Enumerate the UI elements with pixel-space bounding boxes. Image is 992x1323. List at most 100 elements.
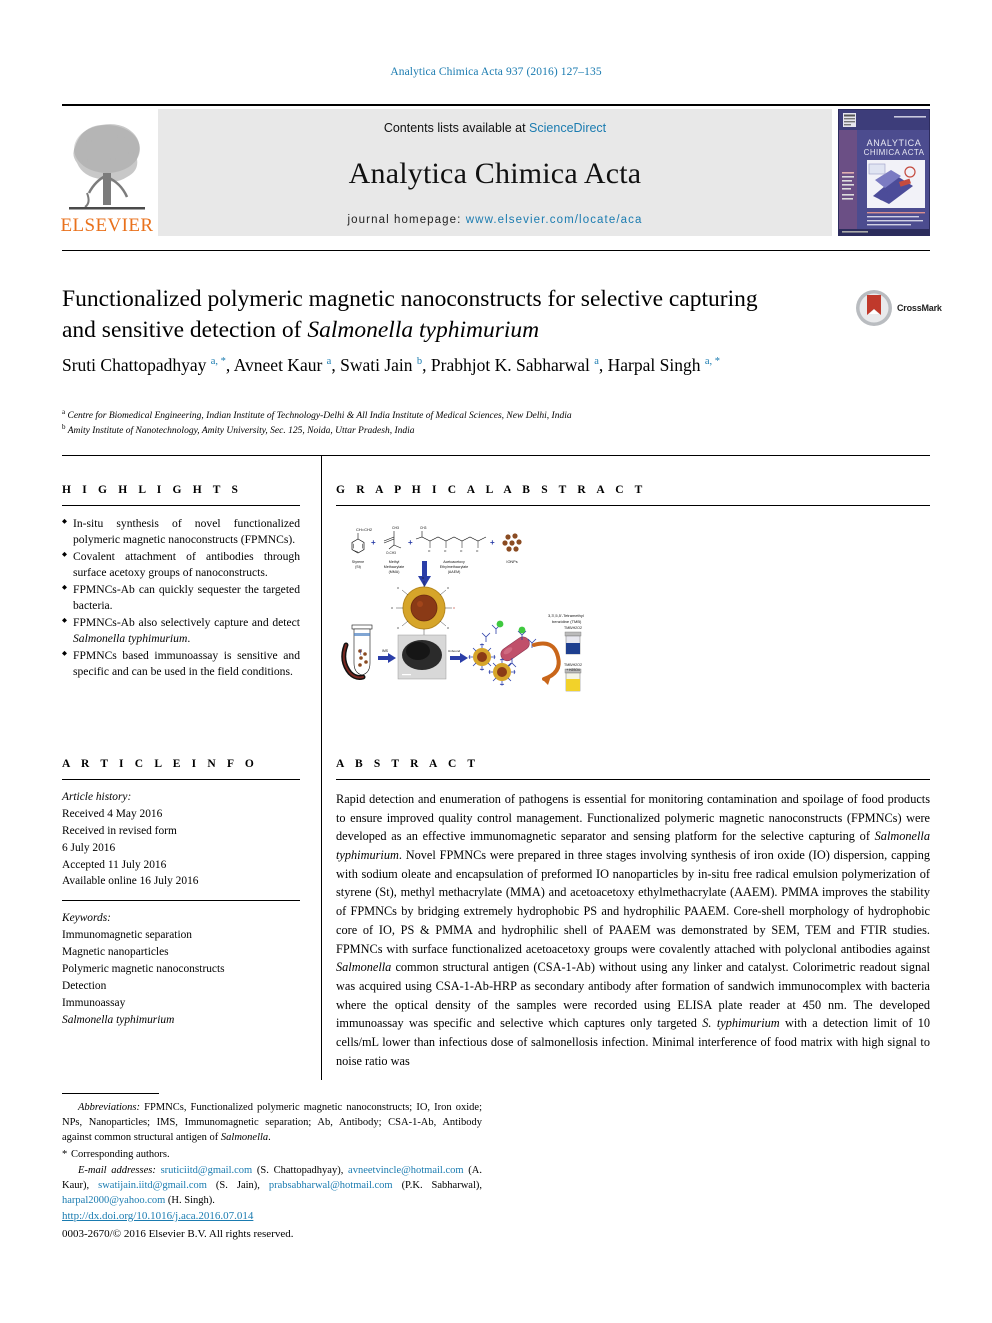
svg-text:Unbound: Unbound <box>448 649 461 653</box>
journal-cover-thumbnail[interactable]: ANALYTICA CHIMICA ACTA <box>838 109 930 236</box>
sciencedirect-link[interactable]: ScienceDirect <box>529 121 606 135</box>
svg-text:3,3',5,5'-Tetramethyl: 3,3',5,5'-Tetramethyl <box>548 613 584 618</box>
svg-text:O: O <box>391 606 393 610</box>
svg-text:O: O <box>453 606 455 610</box>
svg-text:O: O <box>397 626 399 630</box>
cover-artwork: ANALYTICA CHIMICA ACTA <box>839 110 929 235</box>
journal-band: Contents lists available at ScienceDirec… <box>158 109 832 236</box>
svg-text:CH3: CH3 <box>392 526 399 530</box>
history-revised: Received in revised form <box>62 824 177 837</box>
affiliation-list: a Centre for Biomedical Engineering, Ind… <box>62 407 862 440</box>
footnotes-section: Abbreviations: FPMNCs, Functionalized po… <box>62 1093 482 1210</box>
email-link[interactable]: sruticiitd@gmail.com <box>161 1165 253 1176</box>
history-received: Received 4 May 2016 <box>62 807 163 820</box>
email-addresses-note: E-mail addresses: sruticiitd@gmail.com (… <box>62 1164 482 1207</box>
svg-text:Styrene: Styrene <box>352 560 364 564</box>
article-info-heading: A R T I C L E I N F O <box>62 758 258 770</box>
svg-text:ANALYTICA: ANALYTICA <box>867 138 922 148</box>
article-history-label: Article history: <box>62 791 132 803</box>
highlights-rule <box>62 505 300 506</box>
copyright-text: 0003-2670/© 2016 Elsevier B.V. All right… <box>62 1227 294 1240</box>
elsevier-tree-icon <box>69 124 145 210</box>
graphical-abstract-artwork: CH=CH2 + CH3 O-CH3 + CH3 O O O O + Styre… <box>336 517 636 702</box>
highlight-text: In-situ synthesis of novel functionalize… <box>73 517 300 547</box>
email-link[interactable]: avneetvincle@hotmail.com <box>348 1165 464 1176</box>
graphical-abstract-heading: G R A P H I C A L A B S T R A C T <box>336 484 647 496</box>
crossmark-badge[interactable]: CrossMark <box>855 284 947 332</box>
homepage-url-link[interactable]: www.elsevier.com/locate/aca <box>466 214 643 226</box>
svg-text:+: + <box>408 538 413 547</box>
svg-text:TMB/H2O2: TMB/H2O2 <box>564 626 582 630</box>
svg-text:O: O <box>422 576 424 580</box>
journal-masthead: ELSEVIER Contents lists available at Sci… <box>60 104 930 236</box>
email-link[interactable]: harpal2000@yahoo.com <box>62 1195 165 1206</box>
abstract-rule <box>336 779 930 780</box>
svg-text:O: O <box>397 586 399 590</box>
asterisk-icon: * <box>62 1148 68 1160</box>
svg-text:(MMA): (MMA) <box>389 570 400 574</box>
footnote-divider <box>62 1093 159 1094</box>
svg-text:CHIMICA ACTA: CHIMICA ACTA <box>864 148 925 157</box>
highlight-text: FPMNCs-Ab can quickly sequester the targ… <box>73 582 300 613</box>
doi-link[interactable]: http://dx.doi.org/10.1016/j.aca.2016.07.… <box>62 1210 253 1222</box>
abstract-heading: A B S T R A C T <box>336 758 480 770</box>
svg-text:IMS: IMS <box>382 649 389 653</box>
corresponding-authors-note: * Corresponding authors. <box>62 1147 482 1162</box>
svg-text:+: + <box>371 538 376 547</box>
highlight-text: Covalent attachment of antibodies throug… <box>73 549 300 580</box>
highlight-text: FPMNCs based immunoassay is sensitive an… <box>73 648 300 679</box>
highlights-section: H I G H L I G H T S In-situ synthesis of… <box>62 484 300 681</box>
history-revised-date: 6 July 2016 <box>62 841 116 854</box>
title-separator-rule <box>62 250 930 251</box>
journal-homepage-line: journal homepage: www.elsevier.com/locat… <box>158 214 832 226</box>
contents-prefix: Contents lists available at <box>383 121 530 135</box>
affiliation-b-text: Amity Institute of Nanotechnology, Amity… <box>67 426 415 437</box>
svg-text:+: + <box>490 538 495 547</box>
journal-title: Analytica Chimica Acta <box>348 157 642 190</box>
svg-text:CH3: CH3 <box>420 526 427 530</box>
keyword-item: Magnetic nanoparticles <box>62 946 169 958</box>
tem-micrograph <box>397 634 447 680</box>
page-title: Functionalized polymeric magnetic nanoco… <box>62 284 762 347</box>
list-item: FPMNCs based immunoassay is sensitive an… <box>62 648 300 681</box>
email-link[interactable]: swatijain.iitd@gmail.com <box>98 1180 207 1191</box>
affiliation-a: a Centre for Biomedical Engineering, Ind… <box>62 407 572 421</box>
graphical-abstract-rule <box>336 505 930 506</box>
svg-text:CH=CH2: CH=CH2 <box>356 527 373 532</box>
article-info-rule <box>62 779 300 780</box>
history-online: Available online 16 July 2016 <box>62 875 199 888</box>
highlights-list: In-situ synthesis of novel functionalize… <box>62 516 300 681</box>
keyword-item-italic: Salmonella typhimurium <box>62 1013 175 1026</box>
graphical-abstract-figure: CH=CH2 + CH3 O-CH3 + CH3 O O O O + Styre… <box>336 517 930 702</box>
list-item: FPMNCs-Ab can quickly sequester the targ… <box>62 582 300 615</box>
keyword-item: Immunoassay <box>62 996 126 1009</box>
elsevier-wordmark: ELSEVIER <box>60 215 154 236</box>
running-head: Analytica Chimica Acta 937 (2016) 127–13… <box>390 66 602 78</box>
svg-text:Acetoacetoxy: Acetoacetoxy <box>443 560 465 564</box>
email-link[interactable]: prabsabharwal@hotmail.com <box>269 1180 393 1191</box>
svg-text:(St): (St) <box>355 565 361 569</box>
svg-text:Methyl: Methyl <box>389 560 400 564</box>
doi-block: http://dx.doi.org/10.1016/j.aca.2016.07.… <box>62 1208 482 1243</box>
keyword-item: Detection <box>62 979 107 992</box>
crossmark-icon <box>856 290 892 326</box>
keyword-item: Polymeric magnetic nanoconstructs <box>62 962 225 975</box>
elsevier-logo: ELSEVIER <box>60 109 154 236</box>
graphical-abstract-section: G R A P H I C A L A B S T R A C T CH=CH2… <box>336 484 930 702</box>
abbreviations-note: Abbreviations: FPMNCs, Functionalized po… <box>62 1102 482 1144</box>
abstract-section: A B S T R A C T Rapid detection and enum… <box>336 758 930 1070</box>
corresponding-text: Corresponding authors. <box>71 1148 170 1160</box>
journal-article-first-page: Analytica Chimica Acta 937 (2016) 127–13… <box>0 0 992 1323</box>
svg-text:(AAEM): (AAEM) <box>448 570 461 574</box>
content-top-rule <box>62 455 930 456</box>
list-item: Covalent attachment of antibodies throug… <box>62 549 300 582</box>
title-species-italic: Salmonella typhimurium <box>307 317 540 344</box>
svg-text:Ethylmethacrylate: Ethylmethacrylate <box>440 565 469 569</box>
keywords-label: Keywords: <box>62 912 111 925</box>
svg-text:TMB/H2O2: TMB/H2O2 <box>564 663 582 667</box>
contents-available-line: Contents lists available at ScienceDirec… <box>384 121 606 135</box>
article-history-block: Article history: Received 4 May 2016 Rec… <box>62 789 300 890</box>
svg-text:benzidine (TMB): benzidine (TMB) <box>552 619 582 624</box>
svg-text:O-CH3: O-CH3 <box>386 551 396 555</box>
keyword-item: Immunomagnetic separation <box>62 929 193 942</box>
